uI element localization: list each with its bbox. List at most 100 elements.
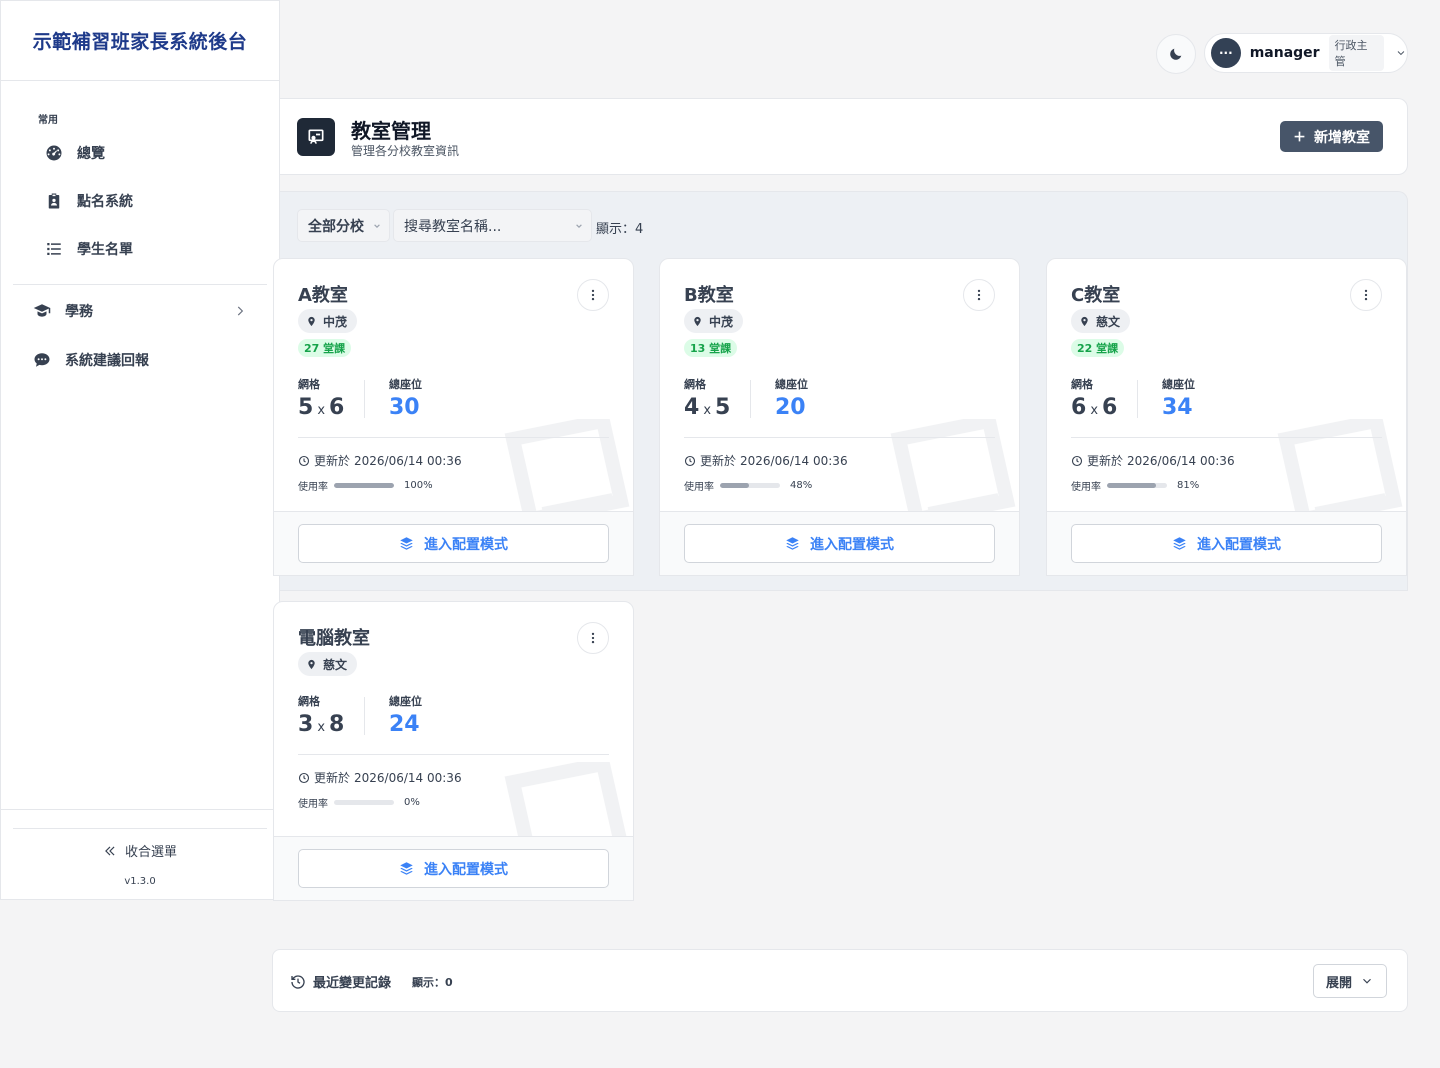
layers-icon bbox=[1173, 537, 1186, 550]
sidebar-item-feedback[interactable]: 系統建議回報 bbox=[33, 350, 247, 370]
seats-label: 總座位 bbox=[775, 378, 808, 391]
classroom-card: C教室 慈文 22 堂課 網格 6x6 總座位 34 更新於 2026/06/1… bbox=[1046, 258, 1407, 576]
grid-rows: 5 bbox=[298, 395, 314, 420]
search-placeholder: 搜尋教室名稱... bbox=[404, 218, 502, 235]
add-classroom-button[interactable]: 新增教室 bbox=[1280, 121, 1383, 152]
expand-label: 展開 bbox=[1325, 975, 1352, 991]
version-text: v1.3.0 bbox=[124, 875, 156, 887]
more-vertical-icon bbox=[591, 632, 595, 644]
chevron-right-icon bbox=[237, 306, 244, 316]
updated-time: 更新於 2026/06/14 00:36 bbox=[684, 452, 848, 469]
grid-label: 網格 bbox=[1071, 378, 1093, 391]
sidebar-item-label: 學生名單 bbox=[77, 242, 133, 258]
clock-icon bbox=[1071, 455, 1083, 466]
updated-value: 2026/06/14 00:36 bbox=[354, 770, 462, 785]
usage-bar bbox=[720, 483, 780, 488]
grid-cols: 5 bbox=[715, 395, 731, 420]
sidebar-footer: 收合選單 v1.3.0 bbox=[1, 809, 279, 887]
enter-config-mode-button[interactable]: 進入配置模式 bbox=[298, 849, 609, 888]
clipboard-icon bbox=[48, 193, 60, 209]
branch-name: 中茂 bbox=[323, 314, 348, 329]
times-sign: x bbox=[703, 403, 712, 418]
more-options-button[interactable] bbox=[1350, 279, 1382, 311]
usage-label: 使用率 bbox=[1071, 482, 1101, 493]
enter-config-mode-button[interactable]: 進入配置模式 bbox=[1071, 524, 1382, 563]
sidebar: 示範補習班家長系統後台 常用 總覽 點名系統 學生名單 學務 系統建議回報 收合… bbox=[0, 0, 280, 900]
updated-prefix: 更新於 bbox=[314, 771, 351, 785]
more-vertical-icon bbox=[591, 289, 595, 301]
caret-down-icon bbox=[374, 224, 380, 229]
map-pin-icon bbox=[1081, 316, 1088, 326]
branch-select[interactable]: 全部分校 bbox=[297, 209, 390, 242]
updated-value: 2026/06/14 00:36 bbox=[354, 453, 462, 468]
more-options-button[interactable] bbox=[963, 279, 995, 311]
sidebar-item-student-list[interactable]: 學生名單 bbox=[45, 239, 133, 259]
map-pin-icon bbox=[308, 659, 315, 669]
total-seats: 24 bbox=[389, 712, 420, 737]
changelog-count: 顯示：0 bbox=[412, 976, 453, 989]
sidebar-item-label: 點名系統 bbox=[77, 194, 133, 210]
grid-cols: 6 bbox=[1102, 395, 1118, 420]
collapse-menu-button[interactable]: 收合選單 bbox=[103, 841, 177, 860]
map-pin-icon bbox=[308, 316, 315, 326]
list-icon bbox=[47, 243, 61, 255]
branch-name: 慈文 bbox=[1096, 314, 1121, 329]
layers-icon bbox=[400, 537, 413, 550]
history-icon bbox=[291, 974, 305, 989]
times-sign: x bbox=[317, 720, 326, 735]
layers-icon bbox=[400, 862, 413, 875]
sidebar-item-overview[interactable]: 總覽 bbox=[45, 143, 105, 163]
classroom-search-input[interactable]: 搜尋教室名稱... bbox=[393, 209, 592, 242]
seats-label: 總座位 bbox=[389, 695, 422, 708]
layers-icon bbox=[786, 537, 799, 550]
sidebar-item-roll-call[interactable]: 點名系統 bbox=[45, 191, 133, 211]
classroom-name: A教室 bbox=[298, 285, 348, 306]
expand-changelog-button[interactable]: 展開 bbox=[1312, 964, 1387, 998]
classroom-card: 電腦教室 慈文 網格 3x8 總座位 24 更新於 2026/06/14 00:… bbox=[273, 601, 634, 901]
updated-time: 更新於 2026/06/14 00:36 bbox=[298, 452, 462, 469]
sidebar-item-label: 總覽 bbox=[77, 146, 105, 162]
more-options-button[interactable] bbox=[577, 622, 609, 654]
enter-config-mode-button[interactable]: 進入配置模式 bbox=[684, 524, 995, 563]
usage-label: 使用率 bbox=[298, 799, 328, 810]
more-options-button[interactable] bbox=[577, 279, 609, 311]
chat-icon bbox=[34, 353, 50, 367]
card-footer: 進入配置模式 bbox=[274, 836, 633, 900]
branch-name: 中茂 bbox=[709, 314, 734, 329]
clock-icon bbox=[298, 772, 310, 783]
lesson-count-badge: 22 堂課 bbox=[1071, 339, 1125, 357]
classroom-name: C教室 bbox=[1071, 285, 1121, 306]
grid-size: 5x6 bbox=[298, 395, 344, 420]
usage-value: 100% bbox=[404, 480, 433, 491]
double-chevron-left-icon bbox=[105, 846, 115, 855]
usage-rate: 使用率 48% bbox=[684, 478, 812, 493]
lesson-count-badge: 27 堂課 bbox=[298, 339, 352, 357]
updated-prefix: 更新於 bbox=[314, 454, 351, 468]
seats-label: 總座位 bbox=[1162, 378, 1195, 391]
sidebar-item-academic[interactable]: 學務 bbox=[33, 301, 247, 321]
total-seats: 30 bbox=[389, 395, 420, 420]
changelog-panel: 最近變更記錄 顯示：0 展開 bbox=[272, 949, 1408, 1012]
usage-label: 使用率 bbox=[298, 482, 328, 493]
usage-value: 48% bbox=[790, 480, 813, 491]
enter-config-mode-button[interactable]: 進入配置模式 bbox=[298, 524, 609, 563]
app-title: 示範補習班家長系統後台 bbox=[32, 31, 248, 53]
graduation-icon bbox=[33, 304, 51, 317]
config-button-label: 進入配置模式 bbox=[1197, 536, 1281, 553]
grid-rows: 3 bbox=[298, 712, 314, 737]
divider bbox=[1071, 437, 1382, 438]
card-footer: 進入配置模式 bbox=[274, 511, 633, 575]
seats-label: 總座位 bbox=[389, 378, 422, 391]
divider bbox=[298, 437, 609, 438]
user-menu[interactable]: ··· manager 行政主管 bbox=[1204, 33, 1408, 73]
page-header: 教室管理 管理各分校教室資訊 新增教室 bbox=[280, 98, 1408, 175]
nav-section-label: 常用 bbox=[38, 115, 58, 126]
page-subtitle: 管理各分校教室資訊 bbox=[351, 144, 460, 158]
grid-size: 3x8 bbox=[298, 712, 344, 737]
brand[interactable]: 示範補習班家長系統後台 bbox=[1, 1, 279, 81]
grid-label: 網格 bbox=[684, 378, 706, 391]
usage-rate: 使用率 81% bbox=[1071, 478, 1199, 493]
theme-toggle-button[interactable] bbox=[1156, 34, 1196, 74]
grid-rows: 6 bbox=[1071, 395, 1087, 420]
lesson-count-badge: 13 堂課 bbox=[684, 339, 738, 357]
